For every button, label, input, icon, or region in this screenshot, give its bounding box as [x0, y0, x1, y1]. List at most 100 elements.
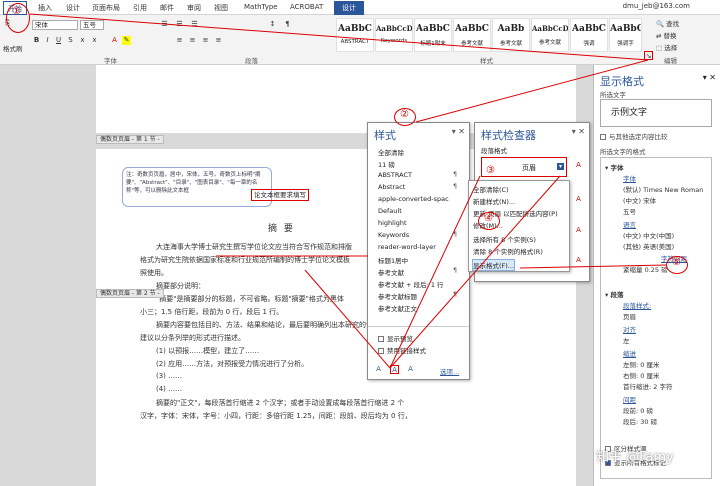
style-gallery-item[interactable]: AaBbCcD Keywords	[375, 18, 413, 52]
bold-icon[interactable]: B	[32, 36, 41, 45]
paragraph-section-header[interactable]: ▾ 段落	[605, 289, 624, 299]
underline-icon[interactable]: U	[54, 36, 63, 45]
ribbon-tab-bar: 开始 插入 设计 页面布局 引用 邮件 审阅 视图 MathType ACROB…	[0, 0, 720, 15]
italic-icon[interactable]: I	[43, 36, 52, 45]
style-item[interactable]: 参考文献	[378, 267, 404, 277]
para-style-link[interactable]: 段落样式:	[623, 300, 651, 310]
style-item[interactable]: 参考文献正文	[378, 303, 417, 313]
tab-header-design[interactable]: 设计	[334, 1, 364, 15]
superscript-icon[interactable]: x	[90, 36, 99, 45]
options-link[interactable]: 选项...	[440, 366, 459, 376]
doc-line: 建议以分条列举的形式进行描述。	[140, 334, 245, 342]
compare-checkbox[interactable]: 与其他选定内容比较	[600, 131, 668, 141]
indent-link[interactable]: 缩进	[623, 348, 636, 358]
align-center-icon[interactable]: ≡	[188, 36, 197, 45]
tab-acrobat[interactable]: ACROBAT	[290, 3, 323, 11]
style-gallery-item[interactable]: AaBbC 强调	[570, 18, 608, 52]
group-label-font: 字体	[104, 57, 117, 65]
tab-view[interactable]: 视图	[214, 3, 228, 13]
close-icon[interactable]: ▾ ✕	[452, 127, 465, 136]
align-right-icon[interactable]: ≡	[201, 36, 210, 45]
multilevel-icon[interactable]: ☰	[190, 20, 199, 29]
language-link[interactable]: 语言	[623, 219, 636, 229]
style-item[interactable]: reader-word-layer	[378, 243, 436, 251]
doc-line: (4) ……	[156, 385, 183, 393]
menu-item-clear-all[interactable]: 全部清除(C)	[473, 184, 509, 194]
highlight-icon[interactable]: ✎	[122, 36, 131, 45]
tab-design[interactable]: 设计	[66, 3, 80, 13]
paragraph-mark-icon: ¶	[453, 183, 457, 190]
style-gallery-item[interactable]: AaBb 参考文献	[492, 18, 530, 52]
style-item[interactable]: 标题1居中	[378, 255, 408, 265]
font-size-select[interactable]: 五号	[80, 20, 104, 30]
tab-mailings[interactable]: 邮件	[160, 3, 174, 13]
tab-review[interactable]: 审阅	[187, 3, 201, 13]
font-section-header[interactable]: ▾ 字体	[605, 162, 624, 172]
style-item[interactable]: 11 磅	[378, 159, 395, 169]
dropdown-arrow-icon[interactable]: ▾	[556, 163, 564, 170]
style-item[interactable]: Default	[378, 207, 402, 215]
justify-icon[interactable]: ≡	[214, 36, 223, 45]
format-painter-button[interactable]: 格式刷	[3, 43, 23, 53]
note-textbox[interactable]: 注：奇数页页眉，居中，宋体，五号。奇数页上标明"摘要"、"Abstract"、"…	[122, 167, 272, 207]
style-item[interactable]: 参考文献标题	[378, 291, 417, 301]
style-item[interactable]: ABSTRACT	[378, 171, 412, 179]
user-account[interactable]: dmu_jeb@163.com	[623, 2, 690, 10]
style-inspector-icon[interactable]: A	[390, 365, 399, 374]
menu-item-clear-format[interactable]: 清除 8 个实例的格式(R)	[473, 246, 543, 256]
header-textbox[interactable]: 论文本框要求填写	[251, 189, 309, 201]
tab-references[interactable]: 引用	[133, 3, 147, 13]
paragraph-mark-icon: ¶	[453, 267, 457, 274]
style-gallery-item[interactable]: AaBbC ABSTRACT	[336, 18, 374, 52]
styles-launcher-icon[interactable]: ↘	[644, 51, 653, 60]
strike-icon[interactable]: S	[66, 36, 75, 45]
doc-line: 摘要的"正文"，每段落首行缩进 2 个汉字；或者手动设置成每段落首行缩进 2 个	[156, 399, 405, 407]
style-item[interactable]: apple-converted-spac	[378, 195, 449, 203]
style-item[interactable]: 全部清除	[378, 147, 404, 157]
close-icon[interactable]: ▾ ✕	[703, 73, 716, 82]
reset-icon[interactable]: A	[574, 195, 583, 204]
replace-button[interactable]: ⇄ 替换	[656, 30, 677, 40]
show-marks-icon[interactable]: ¶	[283, 20, 292, 29]
reset-icon[interactable]: A	[574, 161, 583, 170]
find-button[interactable]: 🔍 查找	[656, 18, 679, 28]
tab-mathtype[interactable]: MathType	[244, 3, 278, 11]
indent-value: 右侧: 0 厘米	[623, 372, 660, 380]
doc-line: 照使用。	[140, 269, 168, 277]
subscript-icon[interactable]: x	[78, 36, 87, 45]
new-style-icon[interactable]: A	[374, 365, 383, 374]
menu-item-reveal-formatting[interactable]: 显示格式(F)...	[471, 259, 516, 271]
abstract-heading: 摘 要	[268, 224, 295, 234]
spacing-value: 段前: 0 磅	[623, 407, 653, 415]
alignment-link[interactable]: 对齐	[623, 324, 636, 334]
menu-item-select-all[interactable]: 选择所有 8 个实例(S)	[473, 234, 536, 244]
tab-layout[interactable]: 页面布局	[92, 3, 120, 13]
style-gallery-item[interactable]: AaBbCcD 参考文献	[531, 18, 569, 52]
show-preview-checkbox[interactable]: 显示预览	[378, 333, 413, 343]
select-button[interactable]: ⬚ 选择	[656, 42, 677, 52]
disable-linked-checkbox[interactable]: 禁用链接样式	[378, 345, 426, 355]
style-item[interactable]: 参考文献 + 段后: 1 行	[378, 279, 444, 289]
font-name-select[interactable]: 宋体	[32, 20, 78, 30]
align-left-icon[interactable]: ≡	[175, 36, 184, 45]
reset-icon[interactable]: A	[574, 226, 583, 235]
style-item[interactable]: highlight	[378, 219, 407, 227]
style-gallery-item[interactable]: AaBbC 参考文献	[453, 18, 491, 52]
menu-item-new-style[interactable]: 新建样式(N)...	[473, 196, 515, 206]
spacing-link[interactable]: 间距	[623, 394, 636, 404]
group-label-paragraph: 段落	[245, 57, 258, 65]
font-link[interactable]: 字体	[623, 173, 636, 183]
style-gallery-item[interactable]: AaBbC 标题1附末	[414, 18, 452, 52]
manage-styles-icon[interactable]: A	[406, 365, 415, 374]
style-item[interactable]: Abstract	[378, 183, 405, 191]
style-gallery-item[interactable]: AaBbC 强调字	[609, 18, 642, 52]
bullets-icon[interactable]: ☰	[160, 20, 169, 29]
reset-icon[interactable]: A	[574, 256, 583, 265]
close-icon[interactable]: ▾ ✕	[572, 127, 585, 136]
tab-insert[interactable]: 插入	[38, 3, 52, 13]
indent-value: 左侧: 0 厘米	[623, 361, 660, 369]
numbering-icon[interactable]: ☰	[175, 20, 184, 29]
style-item[interactable]: Keywords	[378, 231, 409, 239]
sort-icon[interactable]: ↕	[268, 20, 277, 29]
font-color-icon[interactable]: A	[110, 36, 119, 45]
